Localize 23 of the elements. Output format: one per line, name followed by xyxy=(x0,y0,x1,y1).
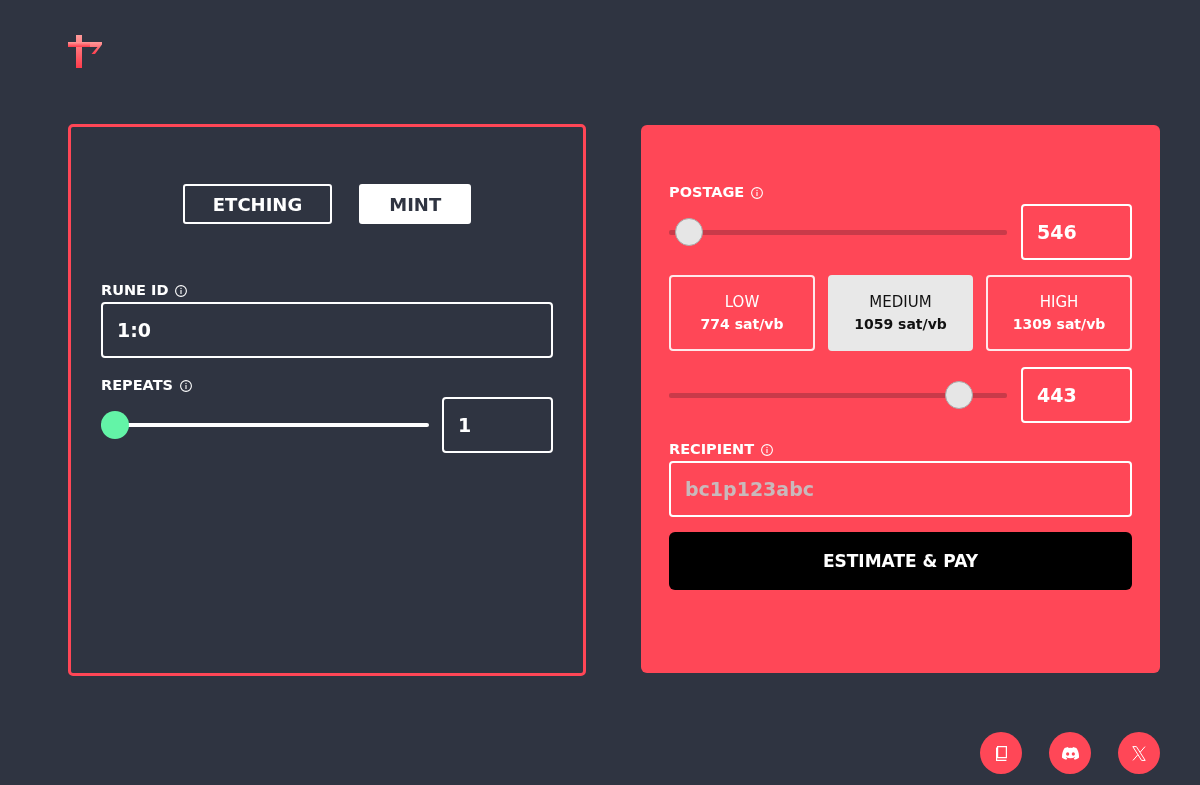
x-logo-icon xyxy=(1132,745,1146,761)
number-input[interactable]: 1 xyxy=(442,397,553,453)
slider-thumb[interactable] xyxy=(675,218,704,246)
field-label: REPEATS xyxy=(101,376,174,395)
book-icon xyxy=(995,745,1007,761)
rune-id-input[interactable]: 1:0 xyxy=(101,302,553,358)
info-icon[interactable] xyxy=(180,379,193,392)
info-icon[interactable] xyxy=(175,284,188,297)
slider-thumb[interactable] xyxy=(101,411,129,439)
estimate-pay-button[interactable]: ESTIMATE & PAY xyxy=(669,532,1132,590)
field-label: RUNE ID xyxy=(101,281,169,300)
logo-icon[interactable] xyxy=(68,35,102,68)
slider-thumb[interactable] xyxy=(944,381,973,409)
mode-tab[interactable]: MINT xyxy=(359,184,472,224)
field-label: POSTAGE xyxy=(669,183,745,202)
round-link-button[interactable] xyxy=(1118,732,1160,774)
round-link-button[interactable] xyxy=(1049,732,1091,774)
field-label: RECIPIENT xyxy=(669,440,755,459)
round-link-button[interactable] xyxy=(980,732,1022,774)
recipient-input[interactable]: bc1p123abc xyxy=(669,461,1132,517)
controller-face-icon xyxy=(1061,746,1079,760)
fee-option-button[interactable]: MEDIUM 1059 sat/vb xyxy=(828,275,973,351)
mode-tab[interactable]: ETCHING xyxy=(182,184,333,224)
